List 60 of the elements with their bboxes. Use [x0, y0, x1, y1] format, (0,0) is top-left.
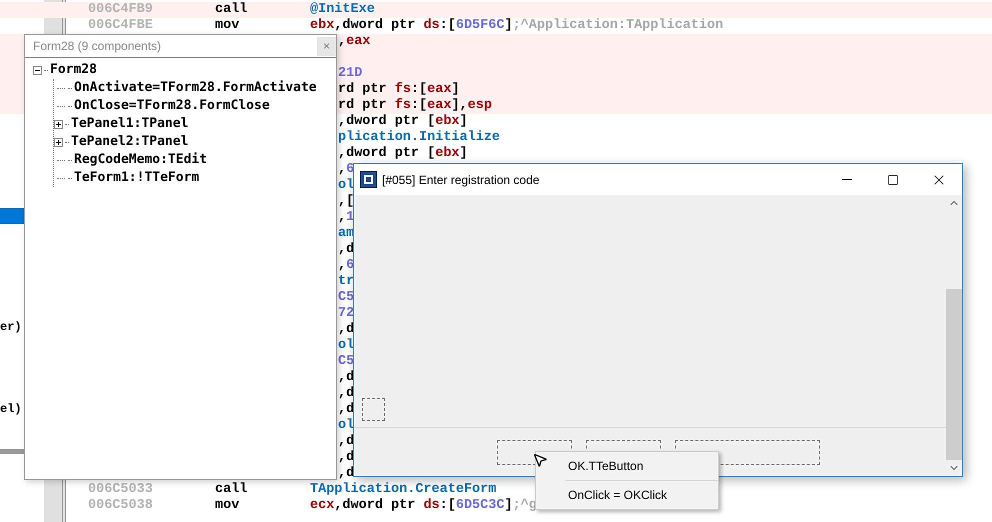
mnemonic-text: mov	[215, 18, 240, 34]
mnemonic-text: mov	[215, 498, 240, 514]
operand-text: ol	[338, 418, 354, 434]
address-text: 006C5033	[88, 482, 154, 498]
operand-text: ,1	[338, 210, 354, 226]
operand-text: TApplication.CreateForm	[310, 482, 496, 498]
operand-text: tr	[338, 274, 354, 290]
placeholder-frame	[362, 398, 385, 421]
operand-text: rd ptr fs:[eax]	[338, 82, 460, 98]
minimize-icon	[842, 179, 852, 180]
expand-icon[interactable]	[54, 120, 63, 128]
menu-item[interactable]: OnClick = OKClick	[565, 483, 718, 507]
expand-icon[interactable]	[54, 138, 63, 146]
window-title: Form28 (9 components)	[33, 38, 162, 55]
collapse-icon[interactable]	[33, 66, 42, 74]
maximize-icon	[887, 174, 899, 186]
operand-text: ,eax	[338, 34, 370, 50]
selected-row	[0, 208, 24, 224]
mnemonic-text: call	[215, 482, 248, 498]
address-text: 006C4FB9	[88, 2, 154, 18]
scrollbar[interactable]	[946, 195, 962, 476]
operand-text: C5	[338, 354, 354, 370]
tree-item[interactable]: RegCodeMemo:TEdit	[74, 150, 208, 170]
operand-text: ol	[338, 338, 354, 354]
operand-text: ol	[338, 178, 354, 194]
operand-text: 72	[338, 306, 354, 322]
tree-item[interactable]: OnClose=TForm28.FormClose	[74, 96, 270, 116]
tree-item[interactable]: TePanel1:TPanel	[71, 114, 188, 134]
operand-text: ,d	[338, 370, 354, 386]
operand-text: plication.Initialize	[338, 130, 500, 146]
app-icon	[360, 171, 377, 188]
operand-text: ,dword ptr [ebx]	[338, 146, 468, 162]
operand-text: ,d	[338, 386, 354, 402]
tree-item[interactable]: TeForm1:!TTeForm	[74, 168, 200, 188]
menu-item[interactable]: OK.TTeButton	[565, 454, 718, 478]
address-text: 006C5038	[88, 498, 154, 514]
side-panel-text: el)	[0, 401, 22, 418]
operand-text: ebx,dword ptr ds:[6D5F6C];^Application:TApplication	[310, 18, 724, 34]
operand-text: ,6	[338, 258, 354, 274]
operand-text: ,d	[338, 322, 354, 338]
operand-text: ,[	[338, 194, 354, 210]
tree-item[interactable]: TePanel2:TPanel	[71, 132, 188, 152]
operand-text: ,dword ptr [ebx]	[338, 114, 468, 130]
operand-text: ,d	[338, 466, 354, 482]
side-panel-text: er)	[0, 319, 22, 336]
operand-text: ,d	[338, 450, 354, 466]
tree-item[interactable]: Form28	[50, 60, 97, 80]
operand-text: ,d	[338, 434, 354, 450]
operand-text: ,d	[338, 242, 354, 258]
operand-text: C5	[338, 290, 354, 306]
operand-text: 21D	[338, 66, 362, 82]
tree-item[interactable]: OnActivate=TForm28.FormActivate	[74, 78, 317, 98]
operand-text: ,6	[338, 162, 354, 178]
operand-text: @InitExe	[310, 2, 375, 18]
operand-text: rd ptr fs:[eax],esp	[338, 98, 492, 114]
mouse-cursor-icon	[532, 452, 548, 468]
address-text: 006C4FBE	[88, 18, 154, 34]
operand-text: ,d	[338, 402, 354, 418]
mnemonic-text: call	[215, 2, 248, 18]
window-title: [#055] Enter registration code	[382, 172, 540, 188]
